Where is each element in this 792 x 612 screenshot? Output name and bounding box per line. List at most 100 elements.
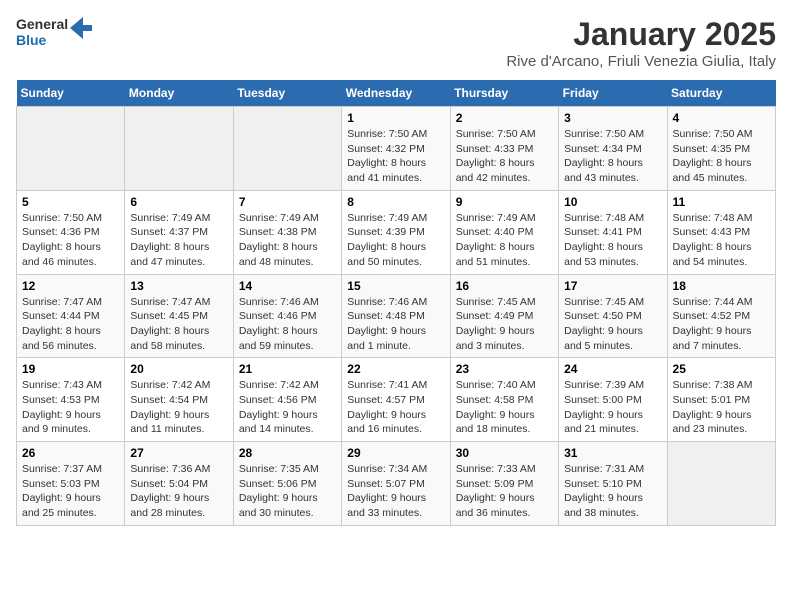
day-info: Sunrise: 7:33 AM Sunset: 5:09 PM Dayligh…: [456, 462, 553, 521]
calendar-cell: 13 Sunrise: 7:47 AM Sunset: 4:45 PM Dayli…: [125, 274, 233, 358]
calendar-cell: 15 Sunrise: 7:46 AM Sunset: 4:48 PM Dayli…: [342, 274, 450, 358]
calendar-cell: 28Sunrise: 7:35 AM Sunset: 5:06 PM Dayli…: [233, 442, 341, 526]
day-number: 5: [22, 195, 119, 209]
day-info: Sunrise: 7:47 AM Sunset: 4:45 PM Dayligh…: [130, 295, 227, 354]
day-number: 1: [347, 111, 444, 125]
day-number: 11: [673, 195, 770, 209]
calendar-week-1: 1 Sunrise: 7:50 AM Sunset: 4:32 PM Daylig…: [17, 107, 776, 191]
main-title: January 2025: [506, 16, 776, 53]
calendar-cell: 29 Sunrise: 7:34 AM Sunset: 5:07 PM Dayli…: [342, 442, 450, 526]
day-info: Sunrise: 7:36 AM Sunset: 5:04 PM Dayligh…: [130, 462, 227, 521]
day-info: Sunrise: 7:49 AM Sunset: 4:38 PM Dayligh…: [239, 211, 336, 270]
page-header: General Blue January 2025 Rive d'Arcano,…: [16, 16, 776, 70]
day-info: Sunrise: 7:45 AM Sunset: 4:50 PM Dayligh…: [564, 295, 661, 354]
calendar-cell: 26 Sunrise: 7:37 AM Sunset: 5:03 PM Dayli…: [17, 442, 125, 526]
day-info: Sunrise: 7:49 AM Sunset: 4:37 PM Dayligh…: [130, 211, 227, 270]
day-number: 13: [130, 279, 227, 293]
calendar-week-5: 26 Sunrise: 7:37 AM Sunset: 5:03 PM Dayli…: [17, 442, 776, 526]
calendar-cell: [125, 107, 233, 191]
day-number: 25: [673, 362, 770, 376]
day-number: 3: [564, 111, 661, 125]
calendar-cell: 21 Sunrise: 7:42 AM Sunset: 4:56 PM Dayli…: [233, 358, 341, 442]
calendar-cell: [667, 442, 775, 526]
logo-general: General: [16, 16, 68, 32]
calendar-cell: 7 Sunrise: 7:49 AM Sunset: 4:38 PM Daylig…: [233, 190, 341, 274]
calendar-cell: 20 Sunrise: 7:42 AM Sunset: 4:54 PM Dayli…: [125, 358, 233, 442]
day-number: 21: [239, 362, 336, 376]
calendar-cell: 31Sunrise: 7:31 AM Sunset: 5:10 PM Dayli…: [559, 442, 667, 526]
day-info: Sunrise: 7:34 AM Sunset: 5:07 PM Dayligh…: [347, 462, 444, 521]
title-block: January 2025 Rive d'Arcano, Friuli Venez…: [506, 16, 776, 70]
day-number: 22: [347, 362, 444, 376]
calendar-cell: 27 Sunrise: 7:36 AM Sunset: 5:04 PM Dayli…: [125, 442, 233, 526]
calendar-header-thursday: Thursday: [450, 80, 558, 107]
day-info: Sunrise: 7:46 AM Sunset: 4:48 PM Dayligh…: [347, 295, 444, 354]
calendar-cell: 9 Sunrise: 7:49 AM Sunset: 4:40 PM Daylig…: [450, 190, 558, 274]
calendar-cell: 2 Sunrise: 7:50 AM Sunset: 4:33 PM Daylig…: [450, 107, 558, 191]
day-number: 30: [456, 446, 553, 460]
day-info: Sunrise: 7:37 AM Sunset: 5:03 PM Dayligh…: [22, 462, 119, 521]
day-info: Sunrise: 7:48 AM Sunset: 4:41 PM Dayligh…: [564, 211, 661, 270]
calendar-cell: 1 Sunrise: 7:50 AM Sunset: 4:32 PM Daylig…: [342, 107, 450, 191]
day-number: 27: [130, 446, 227, 460]
calendar-cell: 11 Sunrise: 7:48 AM Sunset: 4:43 PM Dayli…: [667, 190, 775, 274]
day-number: 24: [564, 362, 661, 376]
day-info: Sunrise: 7:38 AM Sunset: 5:01 PM Dayligh…: [673, 378, 770, 437]
day-number: 19: [22, 362, 119, 376]
day-number: 7: [239, 195, 336, 209]
logo-blue: Blue: [16, 32, 68, 48]
calendar-cell: 3 Sunrise: 7:50 AM Sunset: 4:34 PM Daylig…: [559, 107, 667, 191]
day-info: Sunrise: 7:41 AM Sunset: 4:57 PM Dayligh…: [347, 378, 444, 437]
calendar-week-3: 12Sunrise: 7:47 AM Sunset: 4:44 PM Dayli…: [17, 274, 776, 358]
day-number: 2: [456, 111, 553, 125]
day-number: 23: [456, 362, 553, 376]
day-info: Sunrise: 7:42 AM Sunset: 4:54 PM Dayligh…: [130, 378, 227, 437]
day-info: Sunrise: 7:39 AM Sunset: 5:00 PM Dayligh…: [564, 378, 661, 437]
day-info: Sunrise: 7:49 AM Sunset: 4:40 PM Dayligh…: [456, 211, 553, 270]
calendar-header-wednesday: Wednesday: [342, 80, 450, 107]
day-number: 15: [347, 279, 444, 293]
day-info: Sunrise: 7:50 AM Sunset: 4:35 PM Dayligh…: [673, 127, 770, 186]
day-info: Sunrise: 7:42 AM Sunset: 4:56 PM Dayligh…: [239, 378, 336, 437]
day-info: Sunrise: 7:44 AM Sunset: 4:52 PM Dayligh…: [673, 295, 770, 354]
day-info: Sunrise: 7:50 AM Sunset: 4:36 PM Dayligh…: [22, 211, 119, 270]
day-number: 16: [456, 279, 553, 293]
calendar-cell: 10 Sunrise: 7:48 AM Sunset: 4:41 PM Dayli…: [559, 190, 667, 274]
day-info: Sunrise: 7:43 AM Sunset: 4:53 PM Dayligh…: [22, 378, 119, 437]
day-info: Sunrise: 7:35 AM Sunset: 5:06 PM Dayligh…: [239, 462, 336, 521]
calendar-cell: 14Sunrise: 7:46 AM Sunset: 4:46 PM Dayli…: [233, 274, 341, 358]
day-info: Sunrise: 7:50 AM Sunset: 4:32 PM Dayligh…: [347, 127, 444, 186]
calendar-week-2: 5 Sunrise: 7:50 AM Sunset: 4:36 PM Daylig…: [17, 190, 776, 274]
calendar-cell: 16Sunrise: 7:45 AM Sunset: 4:49 PM Dayli…: [450, 274, 558, 358]
calendar-cell: 25 Sunrise: 7:38 AM Sunset: 5:01 PM Dayli…: [667, 358, 775, 442]
calendar-cell: 18 Sunrise: 7:44 AM Sunset: 4:52 PM Dayli…: [667, 274, 775, 358]
logo-arrow-icon: [70, 17, 92, 39]
calendar-header-sunday: Sunday: [17, 80, 125, 107]
calendar-cell: 17 Sunrise: 7:45 AM Sunset: 4:50 PM Dayli…: [559, 274, 667, 358]
day-number: 10: [564, 195, 661, 209]
day-number: 6: [130, 195, 227, 209]
day-number: 31: [564, 446, 661, 460]
calendar-cell: 4 Sunrise: 7:50 AM Sunset: 4:35 PM Daylig…: [667, 107, 775, 191]
day-number: 20: [130, 362, 227, 376]
day-info: Sunrise: 7:50 AM Sunset: 4:34 PM Dayligh…: [564, 127, 661, 186]
day-number: 17: [564, 279, 661, 293]
calendar-cell: 24 Sunrise: 7:39 AM Sunset: 5:00 PM Dayli…: [559, 358, 667, 442]
calendar-cell: 22 Sunrise: 7:41 AM Sunset: 4:57 PM Dayli…: [342, 358, 450, 442]
day-number: 4: [673, 111, 770, 125]
calendar-cell: 19 Sunrise: 7:43 AM Sunset: 4:53 PM Dayli…: [17, 358, 125, 442]
day-number: 9: [456, 195, 553, 209]
day-number: 29: [347, 446, 444, 460]
day-info: Sunrise: 7:49 AM Sunset: 4:39 PM Dayligh…: [347, 211, 444, 270]
calendar-header-monday: Monday: [125, 80, 233, 107]
calendar-header-saturday: Saturday: [667, 80, 775, 107]
day-number: 18: [673, 279, 770, 293]
calendar-cell: [17, 107, 125, 191]
day-number: 14: [239, 279, 336, 293]
day-info: Sunrise: 7:48 AM Sunset: 4:43 PM Dayligh…: [673, 211, 770, 270]
subtitle: Rive d'Arcano, Friuli Venezia Giulia, It…: [506, 53, 776, 70]
calendar-cell: 5 Sunrise: 7:50 AM Sunset: 4:36 PM Daylig…: [17, 190, 125, 274]
day-info: Sunrise: 7:50 AM Sunset: 4:33 PM Dayligh…: [456, 127, 553, 186]
logo: General Blue: [16, 16, 92, 48]
day-number: 26: [22, 446, 119, 460]
